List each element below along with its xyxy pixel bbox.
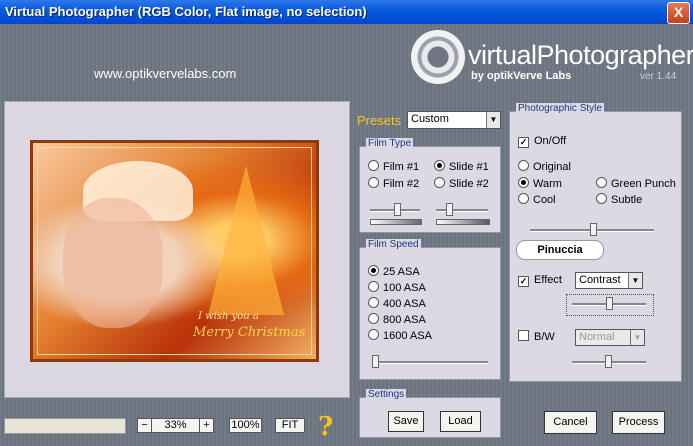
window-title: Virtual Photographer (RGB Color, Flat im… (5, 4, 367, 19)
logo-byline: by optikVerve Labs (471, 70, 572, 82)
close-button[interactable]: X (667, 2, 690, 24)
effect-value: Contrast (579, 274, 621, 286)
zoom-fit-button[interactable]: FIT (275, 418, 305, 433)
chevron-down-icon[interactable]: ▼ (486, 112, 500, 128)
radio-icon[interactable] (434, 177, 445, 188)
style-onoff-toggle[interactable]: ✓ On/Off (518, 135, 566, 148)
slide-gradient-bar (436, 219, 490, 225)
radio-icon[interactable] (368, 160, 379, 171)
image-face (63, 198, 163, 328)
film-type-option-slide2[interactable]: Slide #2 (434, 177, 489, 190)
save-button[interactable]: Save (388, 411, 424, 432)
plugin-window: Virtual Photographer (RGB Color, Flat im… (0, 0, 693, 446)
radio-icon[interactable] (596, 193, 607, 204)
film-type-option-film2[interactable]: Film #2 (368, 177, 419, 190)
cancel-button[interactable]: Cancel (544, 411, 597, 434)
effect-toggle[interactable]: ✓ Effect (518, 274, 562, 287)
zoom-in-button[interactable]: + (199, 418, 214, 433)
style-option-warm[interactable]: Warm (518, 177, 562, 190)
film-speed-option-25[interactable]: 25 ASA (368, 265, 420, 278)
settings-panel: Settings Save Load (359, 389, 501, 438)
radio-selected-icon[interactable] (518, 177, 529, 188)
load-button[interactable]: Load (440, 411, 481, 432)
checkbox-unchecked-icon[interactable] (518, 330, 529, 341)
effect-slider-thumb[interactable] (606, 297, 613, 310)
film-speed-option-1600[interactable]: 1600 ASA (368, 329, 432, 342)
film-speed-title: Film Speed (366, 239, 421, 250)
radio-icon[interactable] (368, 297, 379, 308)
radio-icon[interactable] (368, 177, 379, 188)
radio-icon[interactable] (368, 281, 379, 292)
radio-icon[interactable] (596, 177, 607, 188)
zoom-value: 33% (152, 418, 199, 433)
bw-value: Normal (579, 331, 615, 343)
radio-icon[interactable] (368, 313, 379, 324)
film-type-title: Film Type (366, 138, 414, 149)
help-icon[interactable]: ? (318, 412, 333, 442)
film-gradient-bar (370, 219, 422, 225)
image-tree (208, 165, 284, 315)
version-label: ver 1.44 (640, 71, 677, 82)
bw-slider-thumb[interactable] (605, 355, 612, 368)
film-speed-slider-thumb[interactable] (372, 355, 379, 368)
style-option-cool[interactable]: Cool (518, 193, 556, 206)
slide-slider-track[interactable] (436, 209, 488, 212)
title-bar: Virtual Photographer (RGB Color, Flat im… (0, 0, 693, 24)
radio-icon[interactable] (518, 160, 529, 171)
effect-select[interactable]: Contrast ▼ (575, 272, 643, 289)
film-slider-thumb[interactable] (394, 203, 401, 216)
style-option-original[interactable]: Original (518, 160, 571, 173)
checkbox-checked-icon[interactable]: ✓ (518, 137, 529, 148)
film-speed-option-800[interactable]: 800 ASA (368, 313, 426, 326)
website-link[interactable]: www.optikvervelabs.com (94, 66, 236, 81)
film-speed-panel: Film Speed 25 ASA 100 ASA 400 ASA 800 AS… (359, 239, 501, 380)
style-option-subtle[interactable]: Subtle (596, 193, 642, 206)
film-type-option-film1[interactable]: Film #1 (368, 160, 419, 173)
preset-name-badge: Pinuccia (516, 240, 604, 260)
zoom-out-button[interactable]: − (137, 418, 152, 433)
style-slider-thumb[interactable] (590, 223, 597, 236)
slide-slider-thumb[interactable] (446, 203, 453, 216)
zoom-100-button[interactable]: 100% (229, 418, 262, 433)
film-type-option-slide1[interactable]: Slide #1 (434, 160, 489, 173)
radio-icon[interactable] (518, 193, 529, 204)
process-button[interactable]: Process (612, 411, 665, 434)
film-speed-slider-track[interactable] (372, 361, 488, 364)
chevron-down-icon[interactable]: ▼ (630, 330, 644, 345)
chevron-down-icon[interactable]: ▼ (628, 273, 642, 288)
preview-image[interactable]: I wish you a Merry Christmas (30, 140, 319, 362)
bw-select[interactable]: Normal ▼ (575, 329, 645, 346)
checkbox-checked-icon[interactable]: ✓ (518, 276, 529, 287)
presets-label: Presets (357, 113, 402, 128)
settings-title: Settings (366, 389, 407, 400)
style-option-green-punch[interactable]: Green Punch (596, 177, 676, 190)
logo-text: virtualPhotographer (468, 40, 693, 70)
film-speed-option-400[interactable]: 400 ASA (368, 297, 426, 310)
presets-value: Custom (411, 113, 449, 125)
progress-bar (4, 418, 126, 434)
bw-toggle[interactable]: B/W (518, 330, 555, 343)
image-caption-line1: I wish you a (198, 311, 259, 322)
photographic-style-title: Photographic Style (516, 103, 604, 114)
image-caption-line2: Merry Christmas (193, 325, 306, 340)
film-speed-option-100[interactable]: 100 ASA (368, 281, 426, 294)
logo-swirl-icon (411, 30, 465, 84)
radio-icon[interactable] (368, 329, 379, 340)
radio-selected-icon[interactable] (434, 160, 445, 171)
film-type-panel: Film Type Film #1 Slide #1 Film #2 Slide… (359, 138, 501, 233)
presets-select[interactable]: Custom ▼ (407, 111, 501, 129)
radio-selected-icon[interactable] (368, 265, 379, 276)
